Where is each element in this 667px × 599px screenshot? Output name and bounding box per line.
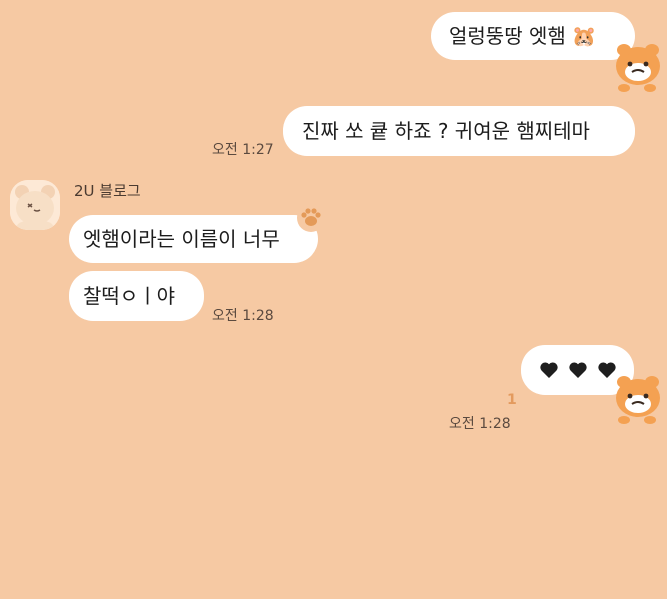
message-timestamp: 오전 1:28 — [449, 416, 511, 432]
hamster-mascot-sticker — [616, 44, 660, 92]
bear-avatar[interactable] — [10, 180, 60, 230]
message-text: 얼렁뚱땅 엣햄 — [449, 24, 566, 48]
message-text: 엣햄이라는 이름이 너무 — [83, 227, 280, 251]
sent-message-bubble[interactable]: 진짜 쏘 큩 하죠 ? 귀여운 햄찌테마 — [283, 106, 635, 156]
unread-count: 1 — [507, 392, 517, 408]
chat-room: 얼렁뚱땅 엣햄 🐹 오전 1:27 진짜 쏘 큩 하죠 ? 귀여운 햄찌테마 2… — [0, 0, 667, 599]
message-timestamp: 오전 1:27 — [212, 142, 274, 158]
black-heart-icon — [539, 360, 559, 380]
message-text: 진짜 쏘 큩 하죠 ? 귀여운 햄찌테마 — [302, 119, 590, 143]
paw-icon — [297, 204, 325, 232]
received-message-bubble[interactable]: 엣햄이라는 이름이 너무 — [69, 215, 318, 263]
hamster-face-icon: 🐹 — [571, 24, 597, 48]
message-timestamp: 오전 1:28 — [212, 308, 274, 324]
sender-name: 2U 블로그 — [74, 182, 141, 200]
sent-message-bubble[interactable]: 얼렁뚱땅 엣햄 🐹 — [431, 12, 635, 60]
message-text: 찰떡ㅇㅣ야 — [83, 284, 175, 308]
black-heart-icon — [568, 360, 588, 380]
received-message-bubble[interactable]: 찰떡ㅇㅣ야 — [69, 271, 204, 321]
hamster-mascot-sticker — [616, 376, 660, 424]
bear-face-icon — [10, 180, 60, 230]
